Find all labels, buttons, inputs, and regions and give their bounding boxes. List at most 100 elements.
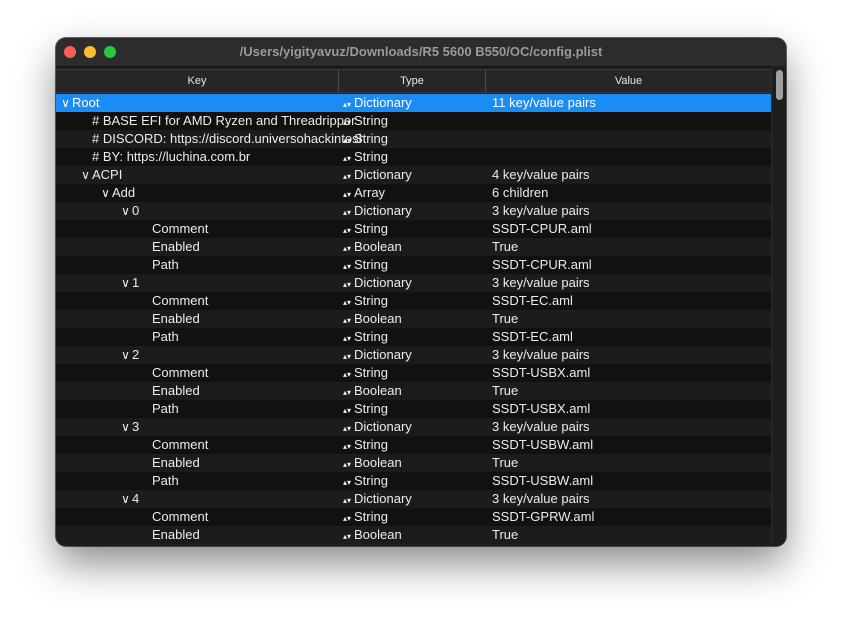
value-cell[interactable]: 3 key/value pairs bbox=[492, 274, 771, 292]
chevron-down-icon[interactable]: ∨ bbox=[120, 418, 131, 436]
table-row[interactable]: Path ▴▾ String SSDT-CPUR.aml bbox=[56, 256, 771, 274]
value-cell[interactable]: SSDT-USBW.aml bbox=[492, 472, 771, 490]
table-row[interactable]: # BY: https://luchina.com.br ▴▾ String bbox=[56, 148, 771, 166]
chevron-down-icon[interactable]: ∨ bbox=[120, 202, 131, 220]
updown-stepper-icon[interactable]: ▴▾ bbox=[343, 479, 351, 487]
type-popup[interactable]: ▴▾ Boolean bbox=[339, 310, 486, 328]
updown-stepper-icon[interactable]: ▴▾ bbox=[343, 263, 351, 271]
table-row[interactable]: Path ▴▾ String SSDT-USBW.aml bbox=[56, 472, 771, 490]
value-cell[interactable]: 6 children bbox=[492, 184, 771, 202]
updown-stepper-icon[interactable]: ▴▾ bbox=[343, 407, 351, 415]
value-cell[interactable] bbox=[492, 112, 771, 130]
chevron-down-icon[interactable]: ∨ bbox=[120, 346, 131, 364]
value-cell[interactable]: SSDT-CPUR.aml bbox=[492, 256, 771, 274]
table-row[interactable]: ∨ 4 ▴▾ Dictionary 3 key/value pairs bbox=[56, 490, 771, 508]
key-cell[interactable]: # BY: https://luchina.com.br bbox=[56, 148, 363, 166]
type-popup[interactable]: ▴▾ String bbox=[339, 256, 486, 274]
type-popup[interactable]: ▴▾ Dictionary bbox=[339, 346, 486, 364]
updown-stepper-icon[interactable]: ▴▾ bbox=[343, 227, 351, 235]
updown-stepper-icon[interactable]: ▴▾ bbox=[343, 371, 351, 379]
vertical-scrollbar[interactable] bbox=[771, 66, 786, 546]
value-cell[interactable]: 3 key/value pairs bbox=[492, 202, 771, 220]
updown-stepper-icon[interactable]: ▴▾ bbox=[343, 245, 351, 253]
key-cell[interactable]: # BASE EFI for AMD Ryzen and Threadrippe… bbox=[56, 112, 363, 130]
minimize-window-button[interactable] bbox=[84, 46, 96, 58]
table-row[interactable]: ∨ 1 ▴▾ Dictionary 3 key/value pairs bbox=[56, 274, 771, 292]
updown-stepper-icon[interactable]: ▴▾ bbox=[343, 389, 351, 397]
value-cell[interactable] bbox=[492, 130, 771, 148]
value-cell[interactable]: True bbox=[492, 382, 771, 400]
table-row[interactable]: Enabled ▴▾ Boolean True bbox=[56, 238, 771, 256]
type-popup[interactable]: ▴▾ Dictionary bbox=[339, 166, 486, 184]
value-cell[interactable]: SSDT-CPUR.aml bbox=[492, 220, 771, 238]
type-popup[interactable]: ▴▾ String bbox=[339, 472, 486, 490]
chevron-down-icon[interactable]: ∨ bbox=[60, 94, 71, 112]
key-cell[interactable]: ∨ ACPI bbox=[56, 166, 363, 184]
updown-stepper-icon[interactable]: ▴▾ bbox=[343, 299, 351, 307]
updown-stepper-icon[interactable]: ▴▾ bbox=[343, 209, 351, 217]
value-cell[interactable]: SSDT-USBX.aml bbox=[492, 400, 771, 418]
table-row[interactable]: Enabled ▴▾ Boolean True bbox=[56, 382, 771, 400]
type-popup[interactable]: ▴▾ String bbox=[339, 400, 486, 418]
updown-stepper-icon[interactable]: ▴▾ bbox=[343, 515, 351, 523]
type-popup[interactable]: ▴▾ String bbox=[339, 436, 486, 454]
table-row[interactable]: ∨ 3 ▴▾ Dictionary 3 key/value pairs bbox=[56, 418, 771, 436]
table-row[interactable]: Comment ▴▾ String SSDT-EC.aml bbox=[56, 292, 771, 310]
chevron-down-icon[interactable]: ∨ bbox=[120, 274, 131, 292]
table-row[interactable]: Comment ▴▾ String SSDT-CPUR.aml bbox=[56, 220, 771, 238]
type-popup[interactable]: ▴▾ Dictionary bbox=[339, 490, 486, 508]
table-row[interactable]: Path ▴▾ String SSDT-EC.aml bbox=[56, 328, 771, 346]
chevron-down-icon[interactable]: ∨ bbox=[100, 184, 111, 202]
table-row[interactable]: ∨ 0 ▴▾ Dictionary 3 key/value pairs bbox=[56, 202, 771, 220]
column-header-value[interactable]: Value bbox=[486, 70, 771, 92]
value-cell[interactable]: SSDT-GPRW.aml bbox=[492, 508, 771, 526]
table-row[interactable]: Comment ▴▾ String SSDT-GPRW.aml bbox=[56, 508, 771, 526]
value-cell[interactable]: True bbox=[492, 526, 771, 544]
type-popup[interactable]: ▴▾ String bbox=[339, 148, 486, 166]
type-popup[interactable]: ▴▾ Boolean bbox=[339, 526, 486, 544]
type-popup[interactable]: ▴▾ String bbox=[339, 364, 486, 382]
column-header-key[interactable]: Key bbox=[56, 70, 339, 92]
value-cell[interactable]: True bbox=[492, 454, 771, 472]
value-cell[interactable]: SSDT-EC.aml bbox=[492, 328, 771, 346]
type-popup[interactable]: ▴▾ String bbox=[339, 508, 486, 526]
value-cell[interactable]: SSDT-USBX.aml bbox=[492, 364, 771, 382]
type-popup[interactable]: ▴▾ Boolean bbox=[339, 454, 486, 472]
type-popup[interactable]: ▴▾ String bbox=[339, 220, 486, 238]
chevron-down-icon[interactable]: ∨ bbox=[120, 490, 131, 508]
updown-stepper-icon[interactable]: ▴▾ bbox=[343, 497, 351, 505]
scrollbar-thumb[interactable] bbox=[776, 70, 783, 100]
updown-stepper-icon[interactable]: ▴▾ bbox=[343, 137, 351, 145]
updown-stepper-icon[interactable]: ▴▾ bbox=[343, 461, 351, 469]
value-cell[interactable]: SSDT-EC.aml bbox=[492, 292, 771, 310]
table-row[interactable]: Comment ▴▾ String SSDT-USBW.aml bbox=[56, 436, 771, 454]
column-header-type[interactable]: Type bbox=[339, 70, 486, 92]
type-popup[interactable]: ▴▾ String bbox=[339, 328, 486, 346]
key-cell[interactable]: # DISCORD: https://discord.universohacki… bbox=[56, 130, 363, 148]
updown-stepper-icon[interactable]: ▴▾ bbox=[343, 317, 351, 325]
value-cell[interactable]: SSDT-USBW.aml bbox=[492, 436, 771, 454]
close-window-button[interactable] bbox=[64, 46, 76, 58]
type-popup[interactable]: ▴▾ Dictionary bbox=[339, 418, 486, 436]
updown-stepper-icon[interactable]: ▴▾ bbox=[343, 335, 351, 343]
table-row[interactable]: # BASE EFI for AMD Ryzen and Threadrippe… bbox=[56, 112, 771, 130]
value-cell[interactable]: True bbox=[492, 310, 771, 328]
updown-stepper-icon[interactable]: ▴▾ bbox=[343, 101, 351, 109]
table-row[interactable]: # DISCORD: https://discord.universohacki… bbox=[56, 130, 771, 148]
chevron-down-icon[interactable]: ∨ bbox=[80, 166, 91, 184]
table-row[interactable]: Enabled ▴▾ Boolean True bbox=[56, 526, 771, 544]
value-cell[interactable]: 3 key/value pairs bbox=[492, 490, 771, 508]
updown-stepper-icon[interactable]: ▴▾ bbox=[343, 443, 351, 451]
value-cell[interactable]: 11 key/value pairs bbox=[492, 94, 771, 112]
value-cell[interactable]: True bbox=[492, 238, 771, 256]
table-row[interactable]: ∨ 2 ▴▾ Dictionary 3 key/value pairs bbox=[56, 346, 771, 364]
updown-stepper-icon[interactable]: ▴▾ bbox=[343, 281, 351, 289]
updown-stepper-icon[interactable]: ▴▾ bbox=[343, 191, 351, 199]
table-row[interactable]: Comment ▴▾ String SSDT-USBX.aml bbox=[56, 364, 771, 382]
table-row[interactable]: Enabled ▴▾ Boolean True bbox=[56, 454, 771, 472]
updown-stepper-icon[interactable]: ▴▾ bbox=[343, 353, 351, 361]
title-bar[interactable]: /Users/yigityavuz/Downloads/R5 5600 B550… bbox=[56, 38, 786, 67]
type-popup[interactable]: ▴▾ String bbox=[339, 112, 486, 130]
value-cell[interactable]: 3 key/value pairs bbox=[492, 418, 771, 436]
value-cell[interactable]: 3 key/value pairs bbox=[492, 346, 771, 364]
